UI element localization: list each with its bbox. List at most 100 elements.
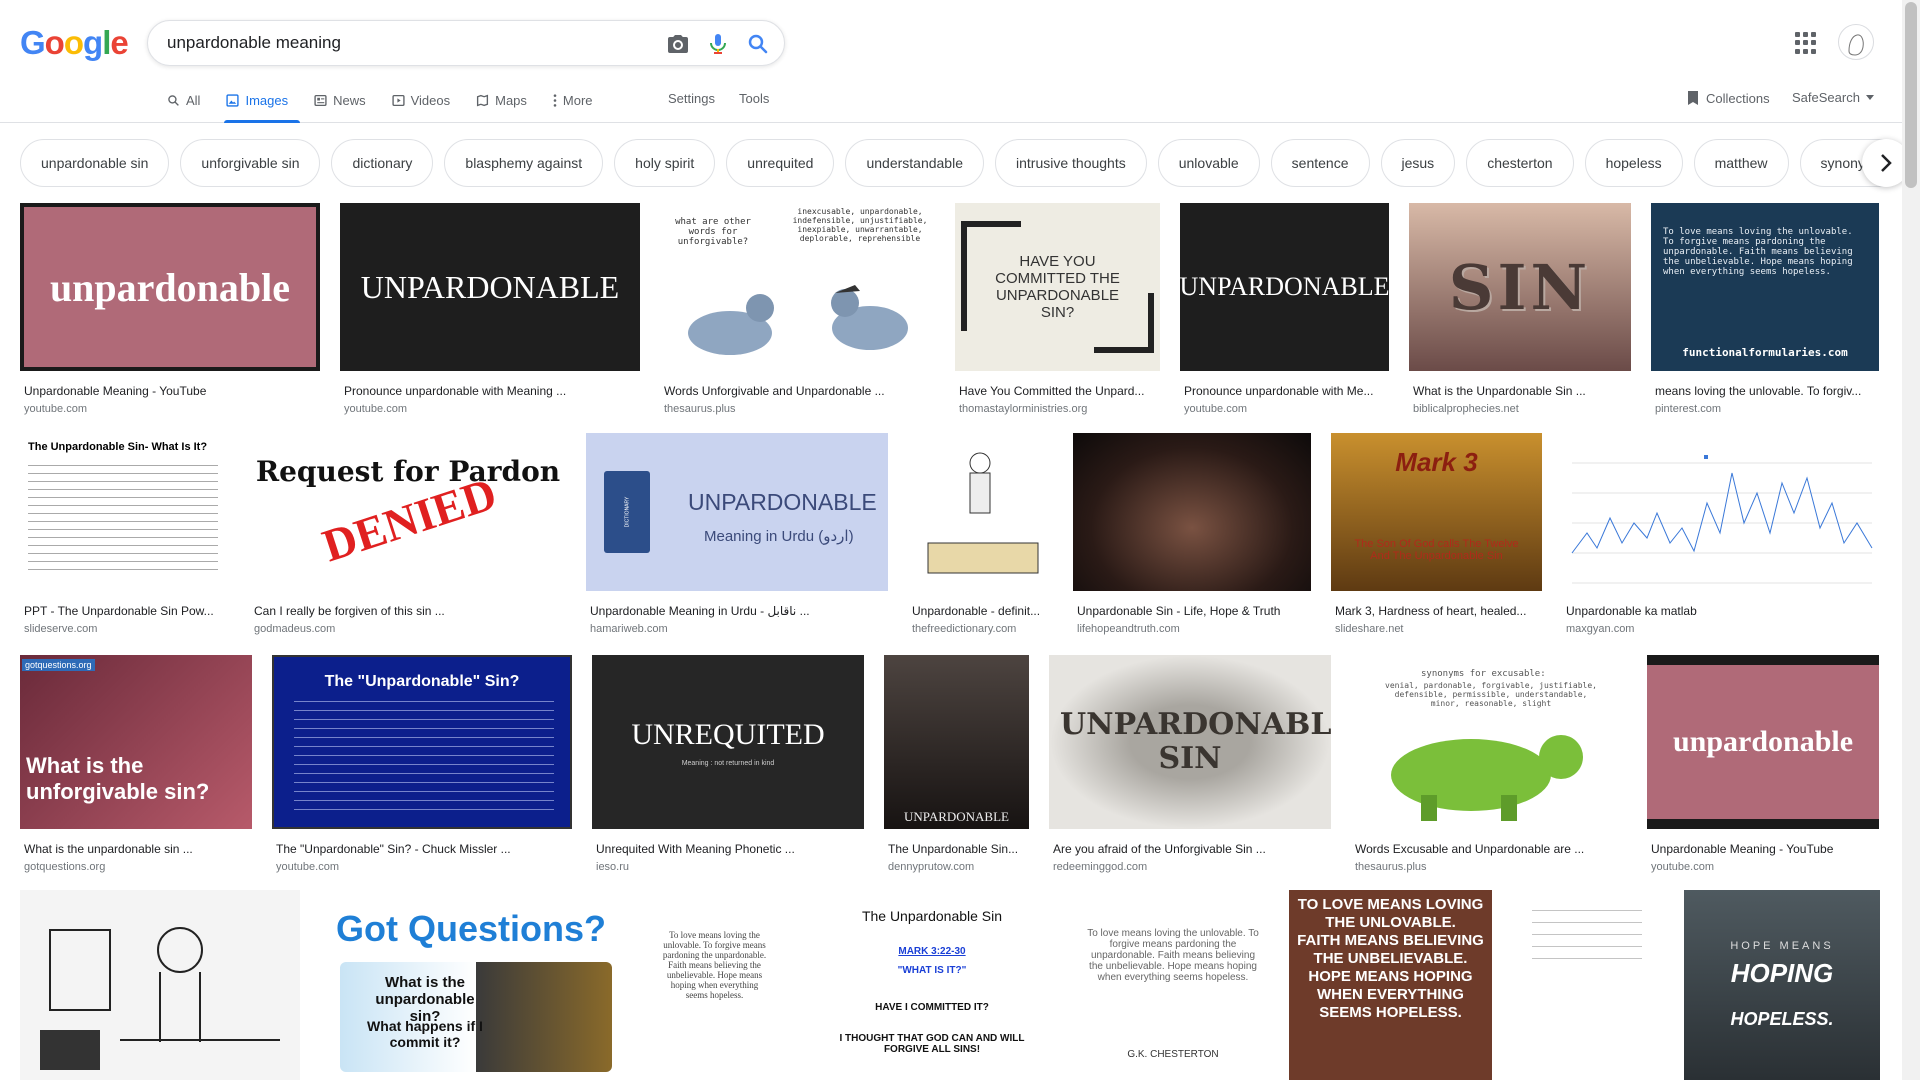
result-card[interactable]: UNPARDONABLE Pronounce unpardonable with… (1180, 203, 1389, 416)
result-source[interactable]: youtube.com (1647, 860, 1879, 874)
result-source[interactable]: youtube.com (1180, 402, 1389, 416)
result-title[interactable]: Unpardonable Meaning - YouTube (1647, 842, 1879, 857)
chip[interactable]: unforgivable sin (180, 139, 321, 187)
chip[interactable]: dictionary (331, 139, 434, 187)
result-source[interactable]: biblicalprophecies.net (1409, 402, 1631, 416)
result-card[interactable]: what are other words for unforgivable? i… (660, 203, 935, 416)
chip[interactable]: blasphemy against (444, 139, 604, 187)
chip[interactable]: hopeless (1584, 139, 1683, 187)
result-card[interactable]: Got Questions? What is the unpardonable … (320, 890, 622, 1080)
result-image[interactable]: UNREQUITED Meaning : not returned in kin… (592, 655, 864, 829)
result-image[interactable]: HOPE MEANS HOPING HOPELESS. (1684, 890, 1880, 1080)
chip[interactable]: chesterton (1466, 139, 1574, 187)
result-title[interactable]: Are you afraid of the Unforgivable Sin .… (1049, 842, 1331, 857)
search-icon[interactable] (746, 32, 770, 56)
result-image[interactable]: UNPARDONABLE (340, 203, 640, 371)
result-card[interactable]: UNPARDONABLE The Unpardonable Sin... den… (884, 655, 1029, 874)
result-image[interactable] (1512, 890, 1664, 1080)
result-source[interactable]: ieso.ru (592, 860, 864, 874)
result-image[interactable]: The "Unpardonable" Sin? (272, 655, 572, 829)
result-card[interactable]: Unpardonable - definit... thefreediction… (908, 433, 1053, 636)
result-source[interactable]: thomastaylorministries.org (955, 402, 1160, 416)
result-title[interactable]: Can I really be forgiven of this sin ... (250, 604, 566, 619)
result-source[interactable]: maxgyan.com (1562, 622, 1878, 636)
result-image[interactable]: synonyms for excusable: venial, pardonab… (1351, 655, 1627, 829)
result-card[interactable]: synonyms for excusable: venial, pardonab… (1351, 655, 1627, 874)
result-card[interactable]: Unpardonable ka matlab maxgyan.com (1562, 433, 1878, 636)
result-title[interactable]: The "Unpardonable" Sin? - Chuck Missler … (272, 842, 572, 857)
result-source[interactable]: youtube.com (272, 860, 572, 874)
tab-maps[interactable]: Maps (474, 89, 539, 123)
result-title[interactable]: Unrequited With Meaning Phonetic ... (592, 842, 864, 857)
result-source[interactable]: thefreedictionary.com (908, 622, 1053, 636)
chip[interactable]: sentence (1270, 139, 1370, 187)
result-card[interactable]: UNPARDONABLE SIN Are you afraid of the U… (1049, 655, 1331, 874)
result-image[interactable] (20, 890, 300, 1080)
google-logo[interactable]: Google (20, 24, 129, 62)
result-image[interactable]: Got Questions? What is the unpardonable … (320, 890, 622, 1080)
result-title[interactable]: Unpardonable ka matlab (1562, 604, 1878, 619)
collections-link[interactable]: Collections (1686, 90, 1770, 106)
result-source[interactable]: thesaurus.plus (1351, 860, 1627, 874)
microphone-icon[interactable] (706, 32, 730, 56)
safesearch-dropdown[interactable]: SafeSearch (1792, 90, 1874, 105)
apps-grid-icon[interactable] (1795, 32, 1817, 54)
result-title[interactable]: Unpardonable Sin - Life, Hope & Truth (1073, 604, 1311, 619)
result-card[interactable]: UNPARDONABLE Pronounce unpardonable with… (340, 203, 640, 416)
result-image[interactable]: unpardonable (20, 203, 320, 371)
result-card[interactable]: To love means loving the unlovable. To f… (1651, 203, 1879, 416)
result-card[interactable]: SIN What is the Unpardonable Sin ... bib… (1409, 203, 1631, 416)
result-card[interactable]: Unpardonable Sin - Life, Hope & Truth li… (1073, 433, 1311, 636)
result-source[interactable]: redeeminggod.com (1049, 860, 1331, 874)
tools-link[interactable]: Tools (739, 91, 769, 106)
result-title[interactable]: means loving the unlovable. To forgiv... (1651, 384, 1879, 399)
result-source[interactable]: youtube.com (340, 402, 640, 416)
result-source[interactable]: gotquestions.org (20, 860, 252, 874)
result-card[interactable]: HOPE MEANS HOPING HOPELESS. (1684, 890, 1880, 1080)
camera-icon[interactable] (666, 32, 690, 56)
result-image[interactable]: HAVE YOU COMMITTED THE UNPARDONABLE SIN? (955, 203, 1160, 371)
result-source[interactable]: pinterest.com (1651, 402, 1879, 416)
result-card[interactable]: UNREQUITED Meaning : not returned in kin… (592, 655, 864, 874)
result-image[interactable]: The Unpardonable Sin MARK 3:22-30 "WHAT … (807, 890, 1057, 1080)
result-title[interactable]: The Unpardonable Sin... (884, 842, 1029, 857)
result-card[interactable]: Mark 3 The Son Of God calls The Twelve A… (1331, 433, 1542, 636)
result-title[interactable]: Pronounce unpardonable with Meaning ... (340, 384, 640, 399)
tab-all[interactable]: All (165, 89, 212, 123)
chip[interactable]: intrusive thoughts (995, 139, 1147, 187)
result-title[interactable]: PPT - The Unpardonable Sin Pow... (20, 604, 230, 619)
result-card[interactable]: unpardonable Unpardonable Meaning - YouT… (1647, 655, 1879, 874)
result-image[interactable]: Request for Pardon DENIED (250, 433, 566, 591)
result-image[interactable]: UNPARDONABLE SIN (1049, 655, 1331, 829)
result-image[interactable]: UNPARDONABLE (1180, 203, 1389, 371)
result-source[interactable]: slideshare.net (1331, 622, 1542, 636)
tab-news[interactable]: News (312, 89, 378, 123)
chip[interactable]: holy spirit (614, 139, 716, 187)
result-image[interactable]: To love means loving the unlovable. To f… (1651, 203, 1879, 371)
result-title[interactable]: Words Excusable and Unpardonable are ... (1351, 842, 1627, 857)
avatar[interactable] (1838, 24, 1874, 60)
result-card[interactable]: DICTIONARY UNPARDONABLE Meaning in Urdu … (586, 433, 888, 636)
result-card[interactable]: Request for Pardon DENIED Can I really b… (250, 433, 566, 636)
result-title[interactable]: Unpardonable Meaning in Urdu - ناقابل ..… (586, 604, 888, 619)
result-card[interactable]: unpardonable Unpardonable Meaning - YouT… (20, 203, 320, 416)
tab-more[interactable]: More (551, 89, 605, 123)
result-image[interactable]: UNPARDONABLE (884, 655, 1029, 829)
scrollbar-thumb[interactable] (1905, 2, 1917, 188)
chip[interactable]: matthew (1693, 139, 1789, 187)
result-card[interactable] (20, 890, 300, 1080)
scrollbar[interactable] (1902, 0, 1920, 1080)
result-image[interactable] (1073, 433, 1311, 591)
result-card[interactable]: To love means loving the unlovable. To f… (642, 890, 787, 1080)
result-image[interactable] (908, 433, 1053, 591)
result-source[interactable]: youtube.com (20, 402, 320, 416)
result-image[interactable]: gotquestions.org What is the unforgivabl… (20, 655, 252, 829)
chip[interactable]: jesus (1380, 139, 1456, 187)
chip[interactable]: unrequited (726, 139, 835, 187)
result-source[interactable]: slideserve.com (20, 622, 230, 636)
chip[interactable]: unlovable (1157, 139, 1260, 187)
result-title[interactable]: Have You Committed the Unpard... (955, 384, 1160, 399)
search-input[interactable] (167, 31, 627, 55)
result-source[interactable]: dennyprutow.com (884, 860, 1029, 874)
result-image[interactable]: The Unpardonable Sin- What Is It? (20, 433, 230, 591)
